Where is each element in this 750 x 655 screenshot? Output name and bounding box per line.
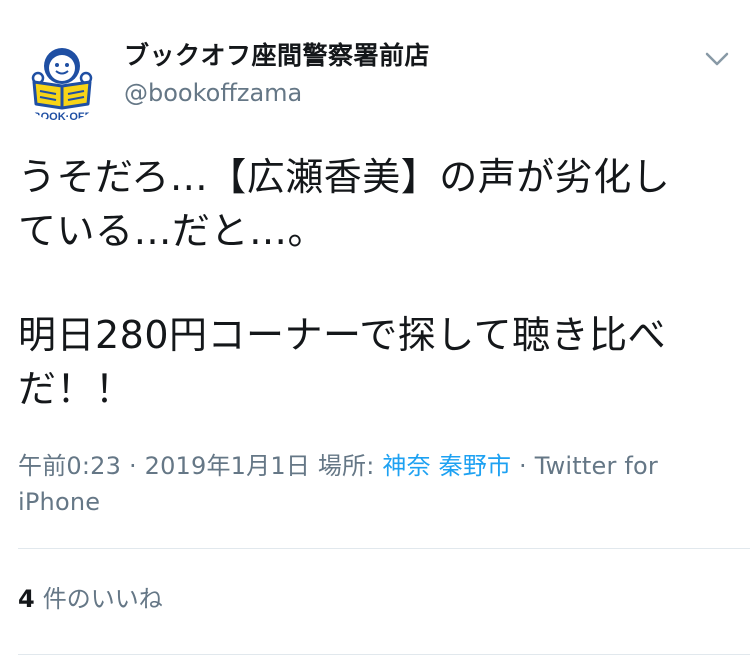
likes-count: 4	[18, 585, 35, 613]
chevron-down-icon[interactable]	[702, 44, 732, 74]
divider	[18, 548, 750, 549]
tweet-paragraph: うそだろ…【広瀬香美】の声が劣化し ている…だと…。	[18, 155, 671, 253]
meta-separator: ·	[121, 452, 145, 480]
tweet-time[interactable]: 午前0:23	[18, 452, 121, 480]
likes-summary[interactable]: 4 件のいいね	[18, 582, 163, 616]
place-link[interactable]: 神奈 秦野市	[382, 452, 511, 480]
likes-label: 件のいいね	[42, 585, 163, 613]
place-label: 場所:	[310, 452, 383, 480]
tweet-text: うそだろ…【広瀬香美】の声が劣化し ている…だと…。 明日280円コーナーで探し…	[18, 150, 732, 416]
meta-separator: ·	[511, 452, 535, 480]
tweet-header: BOOK·OFF ブックオフ座間警察署前店 @bookoffzama	[18, 30, 732, 122]
tweet-date[interactable]: 2019年1月1日	[145, 452, 310, 480]
tweet-detail: BOOK·OFF ブックオフ座間警察署前店 @bookoffzama うそだろ……	[0, 0, 750, 655]
tweet-meta: 午前0:23 · 2019年1月1日 場所: 神奈 秦野市 · Twitter …	[18, 448, 732, 520]
bookoff-logo-icon: BOOK·OFF	[18, 34, 106, 122]
tweet-paragraph: 明日280円コーナーで探して聴き比べ だ！！	[18, 313, 667, 411]
avatar-logo-text: BOOK·OFF	[33, 111, 92, 122]
display-name[interactable]: ブックオフ座間警察署前店	[124, 40, 430, 72]
handle[interactable]: @bookoffzama	[124, 78, 430, 108]
account-names: ブックオフ座間警察署前店 @bookoffzama	[124, 40, 430, 108]
avatar[interactable]: BOOK·OFF	[18, 34, 106, 122]
